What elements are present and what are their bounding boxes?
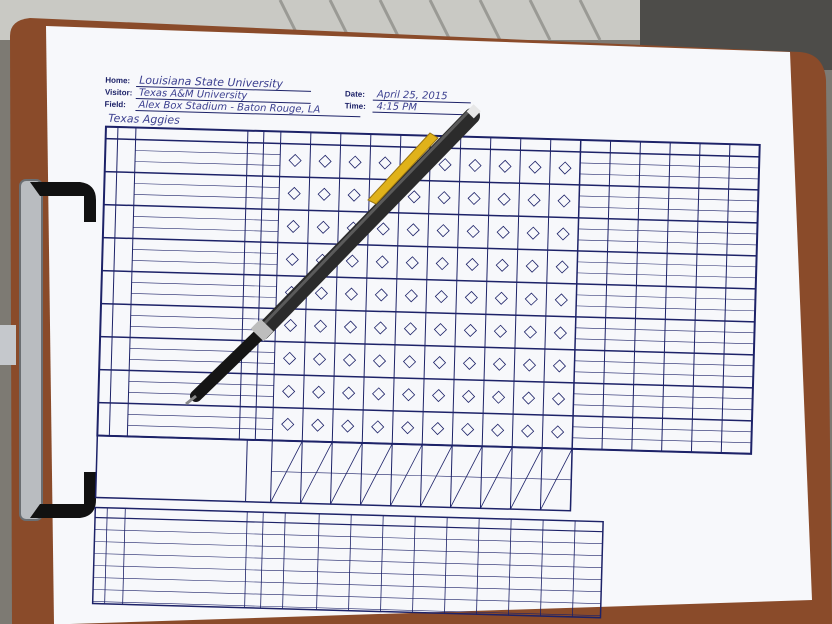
time-label: Time:: [345, 101, 366, 111]
home-label: Home:: [105, 76, 130, 86]
time-value: 4:15 PM: [376, 101, 417, 113]
team-name: Texas Aggies: [108, 112, 180, 127]
field-label: Field:: [104, 100, 126, 110]
visitor-label: Visitor:: [105, 88, 133, 98]
scorecard-photo: Home: Louisiana State University Visitor…: [0, 0, 832, 624]
date-label: Date:: [345, 89, 365, 99]
